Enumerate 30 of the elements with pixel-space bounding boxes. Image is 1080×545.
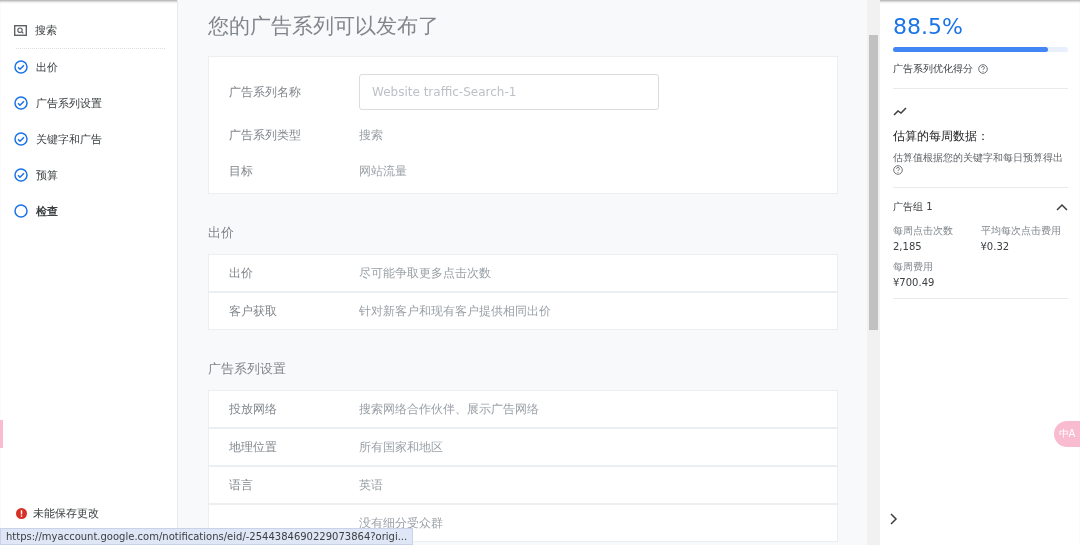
section-title: 广告系列设置 <box>208 360 287 378</box>
field-value: 网站流量 <box>359 162 407 180</box>
field-label: 出价 <box>229 264 254 282</box>
field-label: 目标 <box>229 162 254 180</box>
field-label: 投放网络 <box>229 400 278 418</box>
stat-label: 每周点击次数 <box>893 224 954 238</box>
stat-value: ¥700.49 <box>893 277 936 288</box>
stat-value: 2,185 <box>893 241 923 252</box>
field-label: 语言 <box>229 476 254 494</box>
field-value: 搜索 <box>359 126 383 144</box>
optimization-score: 88.5% <box>893 14 964 39</box>
section-title: 出价 <box>208 224 235 242</box>
link-preview-tooltip: https://myaccount.google.com/notifications/eid/-2544384690229073864?origi... <box>0 528 414 545</box>
field-value: 搜索网络合作伙伴、展示广告网络 <box>359 400 539 418</box>
field-label: 地理位置 <box>229 438 278 456</box>
field-value: 尽可能争取更多点击次数 <box>359 264 491 282</box>
stat-label: 每周费用 <box>893 260 934 274</box>
field-value: 英语 <box>359 476 383 494</box>
weekly-title: 估算的每周数据： <box>893 128 990 145</box>
field-label: 客户获取 <box>229 302 278 320</box>
score-label: 广告系列优化得分 <box>893 62 973 76</box>
field-value: 所有国家和地区 <box>359 438 443 456</box>
stat-value: ¥0.32 <box>980 241 1011 252</box>
field-label: 广告系列名称 <box>229 83 302 101</box>
stat-label: 平均每次点击费用 <box>980 224 1062 238</box>
weekly-note: 估算值根据您的关键字和每日预算得出 <box>893 151 1068 179</box>
field-label: 广告系列类型 <box>229 126 302 144</box>
field-value: 针对新客户和现有客户提供相同出价 <box>359 302 551 320</box>
error-message: 未能保存更改 <box>33 506 99 521</box>
page-title: 您的广告系列可以发布了 <box>208 13 440 40</box>
